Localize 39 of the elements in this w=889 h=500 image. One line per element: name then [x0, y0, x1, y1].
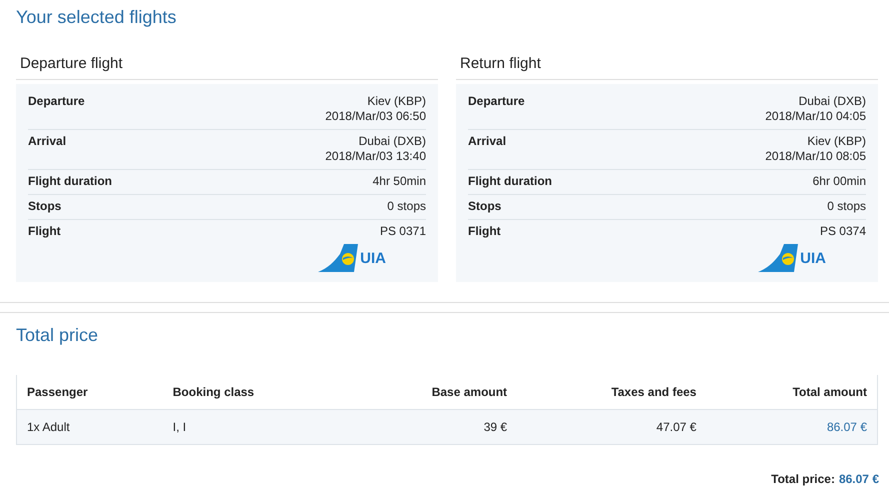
row-value: PS 0374: [820, 224, 866, 239]
tail-icon: [318, 244, 358, 272]
row-label: Departure: [468, 94, 525, 110]
row-value: Kiev (KBP): [806, 134, 866, 149]
row-label: Flight: [28, 224, 61, 239]
row-label: Arrival: [468, 134, 506, 150]
row-value: 2018/Mar/10 04:05: [765, 109, 866, 124]
row-value: Dubai (DXB): [798, 94, 866, 109]
row-value: 6hr 00min: [812, 174, 866, 189]
row-value: Dubai (DXB): [358, 134, 426, 149]
total-value: 86.07 €: [838, 472, 879, 486]
airline-name: UIA: [360, 250, 386, 266]
row-label: Flight: [468, 224, 501, 239]
row-value: 0 stops: [387, 199, 426, 214]
row-label: Stops: [468, 199, 502, 214]
row-value: PS 0371: [380, 224, 426, 239]
card-title: Return flight: [456, 55, 878, 80]
table-cell: 1x Adult: [16, 410, 163, 444]
card-title: Departure flight: [16, 55, 438, 80]
row-value: 2018/Mar/03 13:40: [325, 149, 426, 164]
airline-name: UIA: [800, 250, 826, 266]
table-cell: 86.07 €: [706, 410, 878, 444]
row-value: 2018/Mar/03 06:50: [325, 109, 426, 124]
row-value: 2018/Mar/10 08:05: [765, 149, 866, 164]
row-label: Arrival: [28, 134, 66, 150]
row-label: Flight duration: [28, 174, 112, 189]
table-cell: 47.07 €: [517, 410, 706, 444]
total-label: Total price:: [771, 472, 835, 486]
table-cell: I, I: [162, 410, 346, 444]
section-title: Total price: [16, 324, 100, 346]
row-label: Stops: [28, 199, 62, 214]
table-cell: 39 €: [345, 410, 518, 444]
page-title: Your selected flights: [16, 6, 178, 28]
row-value: 4hr 50min: [372, 174, 426, 189]
tail-icon: [758, 244, 798, 272]
row-label: Flight duration: [468, 174, 552, 189]
row-value: 0 stops: [827, 199, 866, 214]
row-value: Kiev (KBP): [366, 94, 426, 109]
row-label: Departure: [28, 94, 85, 110]
